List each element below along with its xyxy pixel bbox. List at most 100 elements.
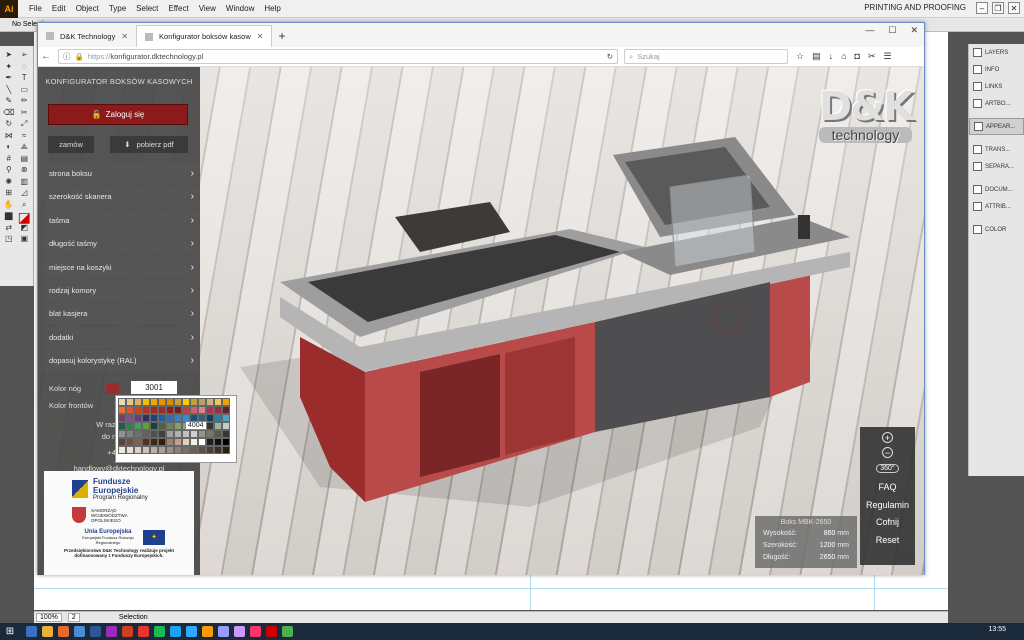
- palette-color-swatch[interactable]: [190, 430, 198, 438]
- palette-color-swatch[interactable]: [206, 446, 214, 454]
- palette-color-swatch[interactable]: [142, 430, 150, 438]
- palette-color-swatch[interactable]: [126, 446, 134, 454]
- indesign-icon[interactable]: [250, 626, 261, 637]
- palette-color-swatch[interactable]: [198, 398, 206, 406]
- palette-color-swatch[interactable]: [118, 446, 126, 454]
- back-icon[interactable]: ←: [38, 51, 54, 62]
- new-tab-button[interactable]: +: [272, 25, 291, 47]
- palette-color-swatch[interactable]: [118, 414, 126, 422]
- palette-color-swatch[interactable]: [134, 446, 142, 454]
- palette-color-swatch[interactable]: [174, 414, 182, 422]
- leg-color-ral-input[interactable]: 3001: [131, 381, 177, 394]
- gradient-tool-icon[interactable]: ▤: [18, 153, 32, 165]
- tab-close-icon[interactable]: ✕: [257, 32, 264, 41]
- menu-item-ral[interactable]: dopasuj kolorystykę (RAL) ›: [44, 350, 200, 372]
- palette-color-swatch[interactable]: [206, 438, 214, 446]
- photoshop-icon[interactable]: [186, 626, 197, 637]
- restore-icon[interactable]: ❐: [992, 2, 1004, 14]
- zoom-out-icon[interactable]: −: [882, 447, 893, 458]
- palette-color-swatch[interactable]: [214, 430, 222, 438]
- palette-color-swatch[interactable]: [182, 398, 190, 406]
- palette-color-swatch[interactable]: [190, 398, 198, 406]
- palette-color-swatch[interactable]: [214, 398, 222, 406]
- menu-item-szerokosc-skanera[interactable]: szerokość skanera ›: [44, 186, 200, 208]
- palette-color-swatch[interactable]: [182, 438, 190, 446]
- menu-select[interactable]: Select: [131, 4, 163, 13]
- download-icon[interactable]: ↓: [829, 51, 834, 62]
- palette-color-swatch[interactable]: [206, 398, 214, 406]
- palette-color-swatch[interactable]: [150, 438, 158, 446]
- palette-color-swatch[interactable]: [222, 422, 230, 430]
- app-icon[interactable]: [122, 626, 133, 637]
- palette-color-swatch[interactable]: [214, 406, 222, 414]
- palette-color-swatch[interactable]: [134, 422, 142, 430]
- palette-color-swatch[interactable]: [214, 438, 222, 446]
- perspective-tool-icon[interactable]: ⟁: [18, 141, 32, 153]
- reload-icon[interactable]: ↻: [607, 52, 613, 61]
- minimize-icon[interactable]: –: [976, 2, 988, 14]
- palette-color-swatch[interactable]: [174, 398, 182, 406]
- menu-item-strona-boksu[interactable]: strona boksu ›: [44, 163, 200, 184]
- eraser-tool-icon[interactable]: ⌫: [2, 107, 16, 119]
- palette-color-swatch[interactable]: [142, 446, 150, 454]
- type-tool-icon[interactable]: T: [18, 72, 32, 84]
- outlook-icon[interactable]: [90, 626, 101, 637]
- search-input[interactable]: ⌕ Szukaj: [624, 49, 788, 64]
- palette-color-swatch[interactable]: [158, 406, 166, 414]
- tab-dk-technology[interactable]: D&K Technology ✕: [38, 25, 136, 47]
- palette-color-swatch[interactable]: [198, 438, 206, 446]
- panel-info[interactable]: INFO: [969, 61, 1024, 78]
- menu-item-miejsce-na-koszyki[interactable]: miejsce na koszyki ›: [44, 256, 200, 278]
- stroke-swatch-icon[interactable]: ◪: [18, 210, 32, 223]
- file-explorer-icon[interactable]: [26, 626, 37, 637]
- menu-item-dlugosc-tasmy[interactable]: długość taśmy ›: [44, 233, 200, 255]
- menu-item-dodatki[interactable]: dodatki ›: [44, 326, 200, 348]
- panel-color[interactable]: COLOR: [969, 221, 1024, 238]
- palette-color-swatch[interactable]: [166, 422, 174, 430]
- palette-color-swatch[interactable]: [118, 430, 126, 438]
- panel-layers[interactable]: LAYERS: [969, 44, 1024, 61]
- palette-color-swatch[interactable]: [198, 430, 206, 438]
- panel-document[interactable]: DOCUM...: [969, 181, 1024, 198]
- palette-color-swatch[interactable]: [222, 446, 230, 454]
- reset-button[interactable]: Reset: [876, 532, 900, 550]
- panel-transparency[interactable]: TRANS...: [969, 141, 1024, 158]
- palette-color-swatch[interactable]: [142, 438, 150, 446]
- premiere-icon[interactable]: [218, 626, 229, 637]
- palette-color-swatch[interactable]: [134, 406, 142, 414]
- palette-color-swatch[interactable]: [150, 414, 158, 422]
- palette-color-swatch[interactable]: [206, 414, 214, 422]
- panel-appearance[interactable]: APPEAR...: [969, 118, 1024, 135]
- palette-color-swatch[interactable]: [166, 406, 174, 414]
- palette-color-swatch[interactable]: [214, 414, 222, 422]
- pencil-tool-icon[interactable]: ✏: [18, 95, 32, 107]
- spotify-icon[interactable]: [154, 626, 165, 637]
- palette-color-swatch[interactable]: [134, 430, 142, 438]
- hamburger-menu-icon[interactable]: ☰: [884, 51, 892, 62]
- palette-color-swatch[interactable]: [158, 414, 166, 422]
- draw-normal-icon[interactable]: ◳: [2, 233, 16, 245]
- palette-color-swatch[interactable]: [118, 422, 126, 430]
- palette-color-swatch[interactable]: [134, 438, 142, 446]
- palette-color-swatch[interactable]: [118, 406, 126, 414]
- workspace-switcher[interactable]: PRINTING AND PROOFING: [864, 3, 966, 12]
- skype-icon[interactable]: [170, 626, 181, 637]
- line-tool-icon[interactable]: ╲: [2, 84, 16, 96]
- mesh-tool-icon[interactable]: #: [2, 153, 16, 165]
- palette-color-swatch[interactable]: [158, 430, 166, 438]
- palette-color-swatch[interactable]: [166, 414, 174, 422]
- panel-attributes[interactable]: ATTRIB...: [969, 198, 1024, 215]
- lasso-tool-icon[interactable]: ◌: [18, 61, 32, 73]
- palette-color-swatch[interactable]: [166, 446, 174, 454]
- login-button[interactable]: 🔓 Zaloguj się: [48, 104, 188, 125]
- menu-item-tasma[interactable]: taśma ›: [44, 209, 200, 231]
- palette-color-swatch[interactable]: [150, 430, 158, 438]
- palette-color-swatch[interactable]: [126, 406, 134, 414]
- palette-color-swatch[interactable]: [118, 398, 126, 406]
- folder-icon[interactable]: [42, 626, 53, 637]
- download-pdf-button[interactable]: ⬇ pobierz pdf: [110, 136, 188, 153]
- palette-color-swatch[interactable]: [142, 414, 150, 422]
- palette-color-swatch[interactable]: [142, 398, 150, 406]
- faq-link[interactable]: FAQ: [878, 479, 896, 497]
- eyedropper-tool-icon[interactable]: ⚲: [2, 164, 16, 176]
